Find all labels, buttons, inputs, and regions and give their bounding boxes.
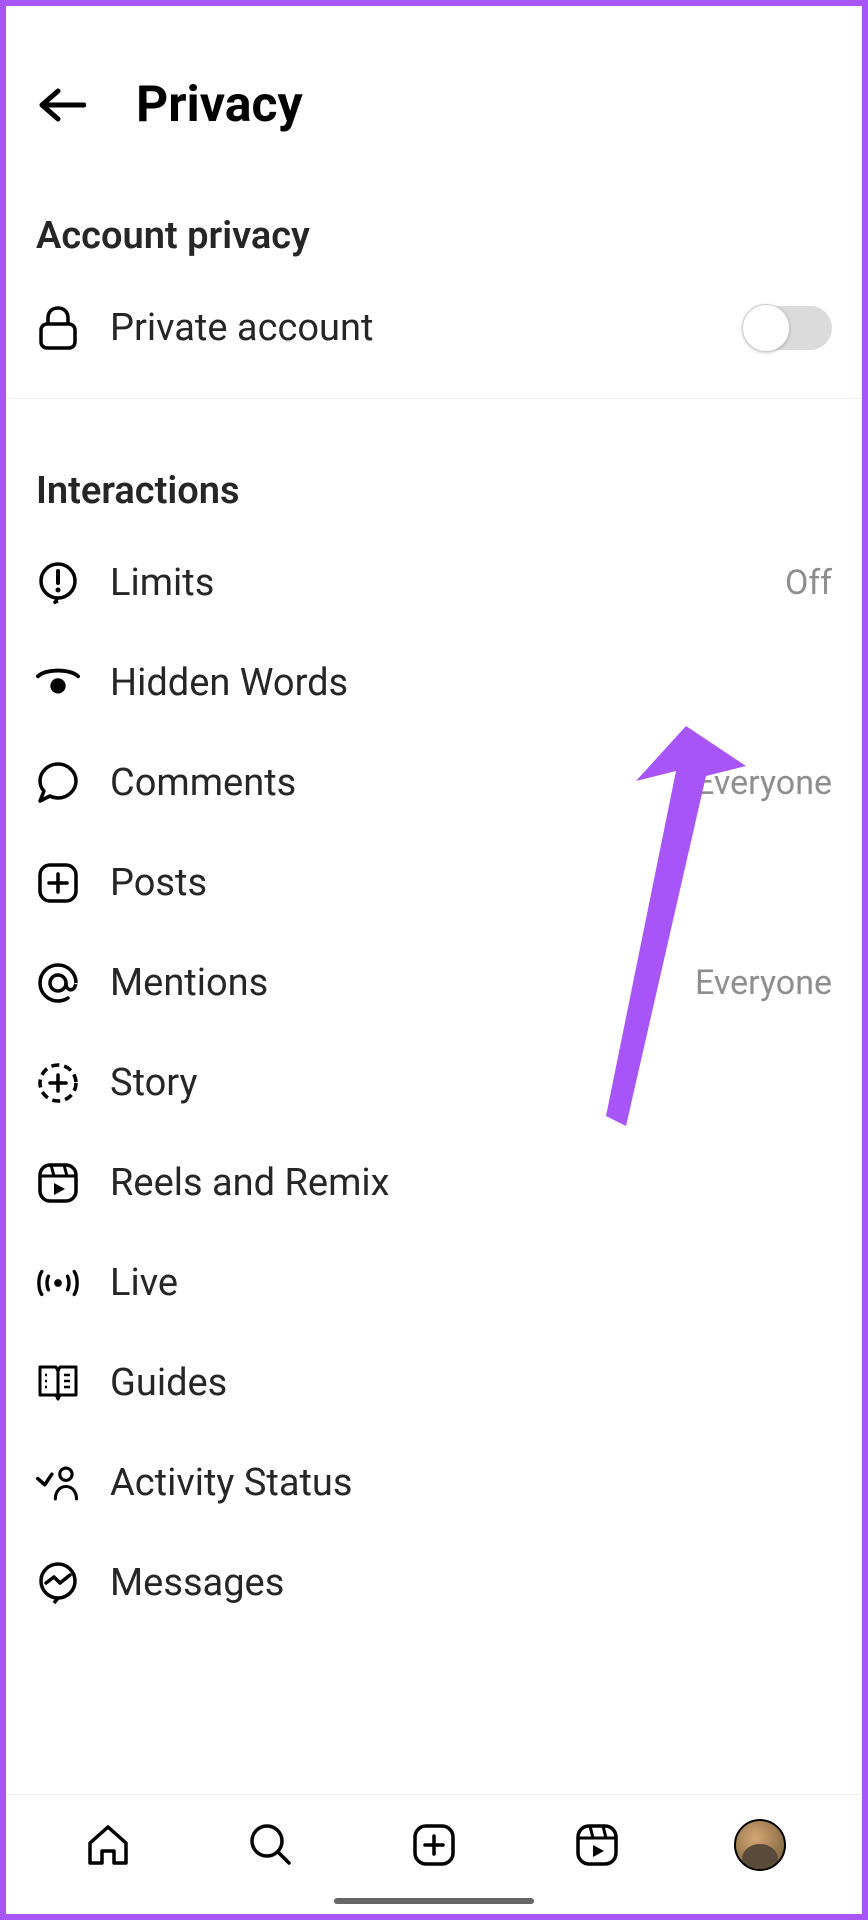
mentions-icon	[36, 961, 80, 1005]
profile-avatar-icon	[734, 1819, 786, 1871]
reels-row[interactable]: Reels and Remix	[6, 1133, 862, 1233]
header: Privacy	[6, 6, 862, 164]
guides-label: Guides	[110, 1361, 832, 1405]
live-icon	[36, 1261, 80, 1305]
nav-profile[interactable]	[734, 1819, 786, 1871]
messages-label: Messages	[110, 1561, 832, 1605]
limits-value: Off	[785, 563, 832, 603]
limits-label: Limits	[110, 561, 755, 605]
story-icon	[36, 1061, 80, 1105]
messages-row[interactable]: Messages	[6, 1533, 862, 1633]
bottom-navigation	[6, 1794, 862, 1914]
posts-label: Posts	[110, 861, 832, 905]
account-privacy-section-header: Account privacy	[6, 164, 862, 278]
messages-icon	[36, 1561, 80, 1605]
reels-nav-icon	[574, 1822, 620, 1868]
activity-status-icon	[36, 1461, 80, 1505]
nav-search[interactable]	[245, 1819, 297, 1871]
nav-create[interactable]	[408, 1819, 460, 1871]
comments-row[interactable]: Comments Everyone	[6, 733, 862, 833]
back-arrow-icon	[36, 85, 86, 125]
posts-row[interactable]: Posts	[6, 833, 862, 933]
divider	[6, 398, 862, 399]
comments-icon	[36, 761, 80, 805]
mentions-value: Everyone	[695, 963, 832, 1003]
reels-icon	[36, 1161, 80, 1205]
reels-label: Reels and Remix	[110, 1161, 832, 1205]
comments-value: Everyone	[695, 763, 832, 803]
hidden-words-row[interactable]: Hidden Words	[6, 633, 862, 733]
page-title: Privacy	[136, 76, 303, 134]
back-button[interactable]	[36, 85, 86, 125]
story-label: Story	[110, 1061, 832, 1105]
activity-status-row[interactable]: Activity Status	[6, 1433, 862, 1533]
lock-icon	[36, 306, 80, 350]
private-account-row[interactable]: Private account	[6, 278, 862, 378]
activity-status-label: Activity Status	[110, 1461, 832, 1505]
nav-home[interactable]	[82, 1819, 134, 1871]
mentions-row[interactable]: Mentions Everyone	[6, 933, 862, 1033]
home-indicator	[334, 1898, 534, 1904]
live-row[interactable]: Live	[6, 1233, 862, 1333]
home-icon	[84, 1821, 132, 1869]
nav-reels[interactable]	[571, 1819, 623, 1871]
create-icon	[411, 1822, 457, 1868]
private-account-toggle[interactable]	[744, 306, 832, 350]
limits-icon	[36, 561, 80, 605]
guides-icon	[36, 1361, 80, 1405]
guides-row[interactable]: Guides	[6, 1333, 862, 1433]
toggle-thumb	[742, 304, 790, 352]
mentions-label: Mentions	[110, 961, 665, 1005]
story-row[interactable]: Story	[6, 1033, 862, 1133]
comments-label: Comments	[110, 761, 665, 805]
hidden-words-icon	[36, 661, 80, 705]
posts-icon	[36, 861, 80, 905]
hidden-words-label: Hidden Words	[110, 661, 832, 705]
limits-row[interactable]: Limits Off	[6, 533, 862, 633]
interactions-section-header: Interactions	[6, 419, 862, 533]
private-account-label: Private account	[110, 306, 714, 350]
search-icon	[247, 1821, 295, 1869]
live-label: Live	[110, 1261, 832, 1305]
